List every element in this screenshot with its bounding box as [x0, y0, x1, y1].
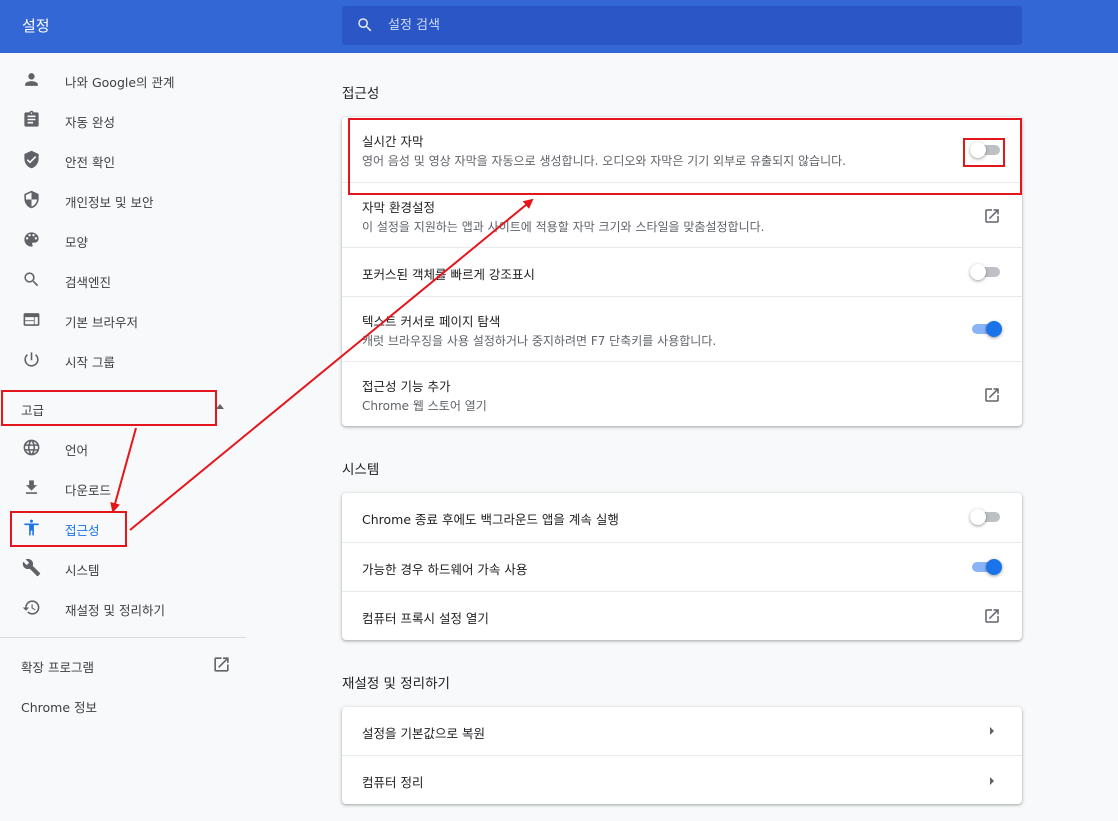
- arrow-right-icon: [990, 727, 994, 735]
- annotation-box-advanced: [1, 390, 217, 426]
- annotation-box-live-caption: [348, 118, 1022, 195]
- setting-subtitle: 캐럿 브라우징을 사용 설정하거나 중지하려면 F7 단축키를 사용합니다.: [362, 334, 717, 348]
- focus-highlight-toggle[interactable]: [970, 262, 1002, 282]
- sidebar-item-label: 기본 브라우저: [65, 315, 138, 330]
- download-icon: [25, 480, 38, 494]
- open-external-icon: [214, 657, 229, 672]
- sidebar-item-label: 시스템: [65, 563, 100, 578]
- setting-subtitle: 이 설정을 지원하는 앱과 사이트에 적용할 자막 크기와 스타일을 맞춤설정합…: [362, 220, 765, 234]
- setting-row-background-apps[interactable]: Chrome 종료 후에도 백그라운드 앱을 계속 실행: [342, 493, 1022, 542]
- clipboard-icon: [24, 110, 39, 127]
- sidebar-item-reset[interactable]: 재설정 및 정리하기: [0, 590, 246, 626]
- sidebar-item-extensions[interactable]: 확장 프로그램: [0, 647, 246, 683]
- sidebar-item-about[interactable]: Chrome 정보: [0, 687, 246, 723]
- top-bar: 설정: [0, 0, 1118, 53]
- setting-title: 가능한 경우 하드웨어 가속 사용: [362, 562, 528, 577]
- shield-check-icon: [24, 150, 39, 169]
- hardware-acceleration-toggle[interactable]: [970, 557, 1002, 577]
- sidebar-item-label: 확장 프로그램: [21, 660, 94, 675]
- sidebar-item-startup[interactable]: 시작 그룹: [0, 342, 246, 378]
- setting-row-focus-highlight[interactable]: 포커스된 객체를 빠르게 강조표시: [342, 247, 1022, 296]
- arrow-right-icon: [990, 777, 994, 785]
- toggle-knob: [986, 559, 1002, 575]
- sidebar-item-safety-check[interactable]: 안전 확인: [0, 142, 246, 178]
- setting-row-add-accessibility-features[interactable]: 접근성 기능 추가 Chrome 웹 스토어 열기: [342, 361, 1022, 426]
- page-title: 설정: [22, 17, 50, 35]
- setting-title: Chrome 종료 후에도 백그라운드 앱을 계속 실행: [362, 512, 619, 527]
- power-icon: [24, 352, 39, 367]
- toggle-knob: [970, 509, 986, 525]
- wrench-icon: [22, 558, 41, 577]
- open-external-icon[interactable]: [983, 207, 1001, 225]
- background-apps-toggle[interactable]: [970, 507, 1002, 527]
- sidebar-item-search-engine[interactable]: 검색엔진: [0, 262, 246, 298]
- sidebar-item-languages[interactable]: 언어: [0, 430, 246, 466]
- sidebar-divider: [0, 637, 246, 638]
- setting-subtitle: Chrome 웹 스토어 열기: [362, 399, 487, 413]
- sidebar-item-label: 개인정보 및 보안: [65, 195, 154, 210]
- search-icon: [24, 272, 39, 287]
- sidebar-item-autofill[interactable]: 자동 완성: [0, 102, 246, 138]
- annotation-box-live-caption-toggle: [963, 138, 1005, 167]
- setting-title: 컴퓨터 정리: [362, 775, 424, 790]
- annotation-box-accessibility: [10, 511, 127, 547]
- setting-title: 텍스트 커서로 페이지 탐색: [362, 314, 501, 329]
- search-box[interactable]: [342, 6, 1022, 45]
- section-title-system: 시스템: [342, 462, 380, 478]
- setting-title: 컴퓨터 프록시 설정 열기: [362, 611, 489, 626]
- section-title-reset: 재설정 및 정리하기: [342, 676, 450, 692]
- sidebar-item-label: 다운로드: [65, 483, 112, 498]
- sidebar-item-label: 재설정 및 정리하기: [65, 603, 165, 618]
- section-title-accessibility: 접근성: [342, 86, 380, 102]
- sidebar-item-downloads[interactable]: 다운로드: [0, 470, 246, 506]
- setting-title: 설정을 기본값으로 복원: [362, 726, 485, 741]
- setting-row-caret-browsing[interactable]: 텍스트 커서로 페이지 탐색 캐럿 브라우징을 사용 설정하거나 중지하려면 F…: [342, 296, 1022, 361]
- globe-icon: [23, 439, 40, 456]
- toggle-knob: [986, 321, 1002, 337]
- setting-row-restore-defaults[interactable]: 설정을 기본값으로 복원: [342, 707, 1022, 755]
- search-input[interactable]: [388, 6, 1008, 45]
- sidebar-item-label: 안전 확인: [65, 155, 115, 170]
- sidebar-item-label: 검색엔진: [65, 275, 112, 290]
- person-icon: [25, 73, 38, 86]
- sidebar-item-appearance[interactable]: 모양: [0, 222, 246, 258]
- sidebar-item-google[interactable]: 나와 Google의 관계: [0, 62, 246, 98]
- history-icon: [22, 600, 40, 615]
- caret-up-icon: [216, 404, 224, 409]
- sidebar-item-privacy[interactable]: 개인정보 및 보안: [0, 182, 246, 218]
- toggle-knob: [970, 264, 986, 280]
- sidebar-item-system[interactable]: 시스템: [0, 550, 246, 586]
- sidebar-item-label: 모양: [65, 235, 89, 250]
- setting-title: 포커스된 객체를 빠르게 강조표시: [362, 267, 535, 282]
- setting-row-hardware-acceleration[interactable]: 가능한 경우 하드웨어 가속 사용: [342, 542, 1022, 591]
- setting-row-cleanup-computer[interactable]: 컴퓨터 정리: [342, 755, 1022, 804]
- setting-row-proxy-settings[interactable]: 컴퓨터 프록시 설정 열기: [342, 591, 1022, 640]
- sidebar-item-label: Chrome 정보: [21, 700, 98, 715]
- browser-icon: [23, 313, 40, 326]
- caret-browsing-toggle[interactable]: [970, 319, 1002, 339]
- sidebar: 나와 Google의 관계 자동 완성 안전 확인 개인정보 및 보안 모양 검…: [0, 53, 246, 821]
- reset-card: 설정을 기본값으로 복원 컴퓨터 정리: [342, 707, 1022, 804]
- sidebar-item-label: 나와 Google의 관계: [65, 75, 175, 90]
- sidebar-item-label: 자동 완성: [65, 115, 115, 130]
- sidebar-item-label: 언어: [65, 443, 89, 458]
- palette-icon: [24, 232, 39, 247]
- sidebar-item-label: 시작 그룹: [65, 355, 115, 370]
- shield-half-icon: [24, 190, 39, 209]
- system-card: Chrome 종료 후에도 백그라운드 앱을 계속 실행 가능한 경우 하드웨어…: [342, 493, 1022, 640]
- setting-title: 자막 환경설정: [362, 200, 435, 215]
- setting-title: 접근성 기능 추가: [362, 379, 451, 394]
- open-external-icon[interactable]: [983, 607, 1001, 625]
- open-external-icon[interactable]: [983, 386, 1001, 404]
- sidebar-item-default-browser[interactable]: 기본 브라우저: [0, 302, 246, 338]
- search-icon: [358, 18, 372, 32]
